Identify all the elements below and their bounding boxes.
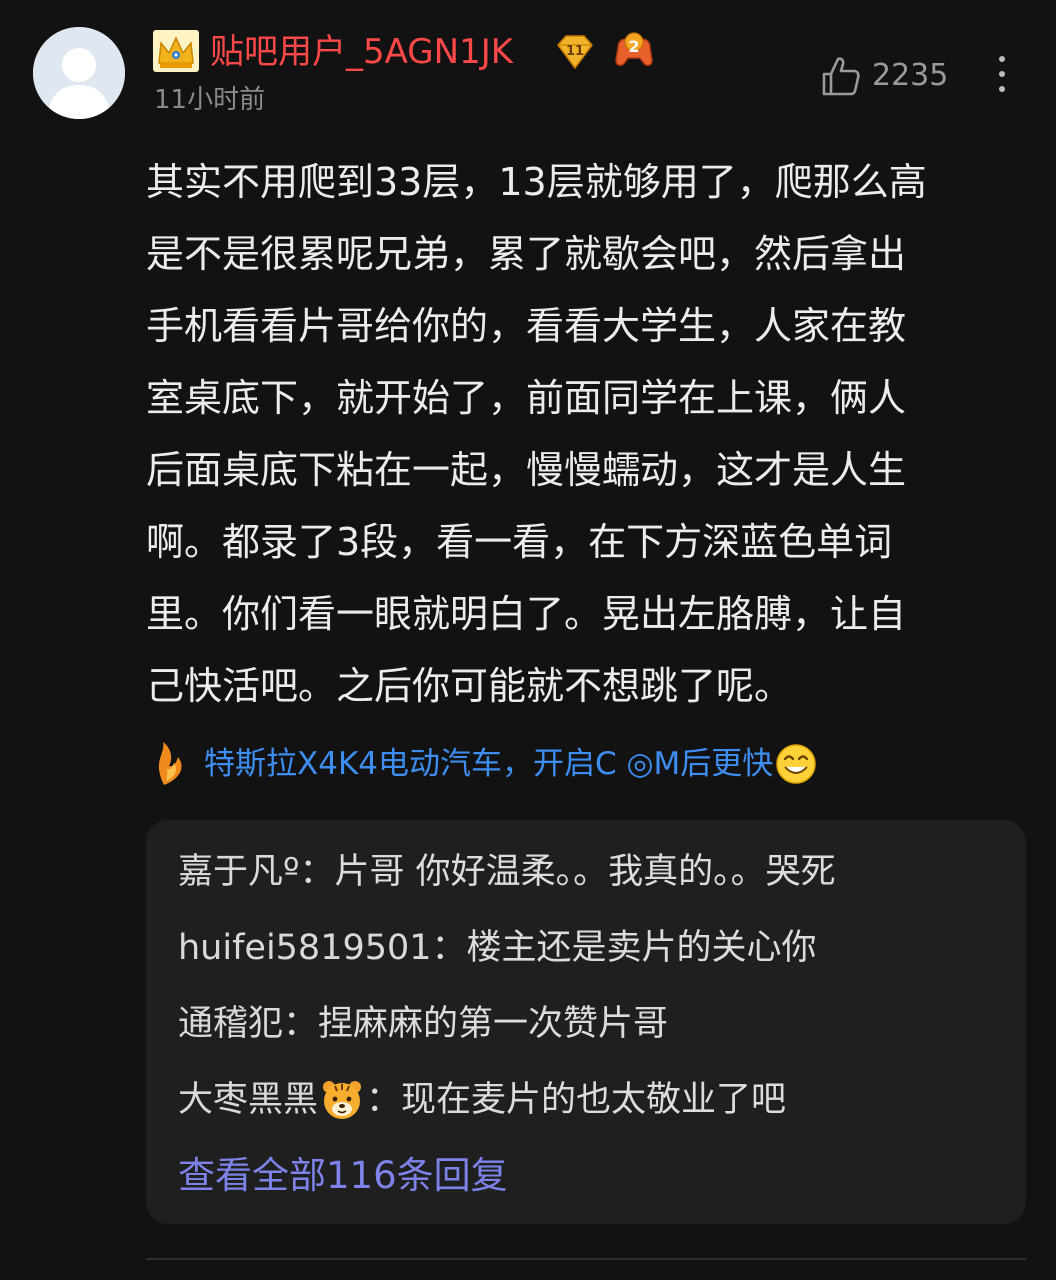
- level-number: 11: [565, 44, 585, 59]
- like-button[interactable]: 2235: [820, 52, 948, 100]
- reply-user[interactable]: 嘉于凡º: [178, 844, 300, 900]
- content-line: 室桌底下，就开始了，前面同学在上课，俩人: [146, 376, 907, 420]
- username-link[interactable]: 贴吧用户_5AGN1JK: [210, 28, 513, 76]
- level-badge[interactable]: 11: [554, 33, 596, 71]
- content-line: 里。你们看一眼就明白了。晃出左胳膊，让自: [146, 592, 907, 636]
- divider: [146, 1258, 1026, 1260]
- game-badge[interactable]: 2: [612, 30, 656, 72]
- like-count: 2235: [872, 58, 949, 93]
- reply-item[interactable]: 嘉于凡º ：片哥 你好温柔。。我真的。。哭死: [178, 844, 836, 900]
- reply-item[interactable]: 通稽犯 ：捏麻麻的第一次赞片哥: [178, 996, 668, 1052]
- reply-text: ：片哥 你好温柔。。我真的。。哭死: [299, 852, 836, 892]
- tail-link[interactable]: 特斯拉X4K4电动汽车，开启C ◎M后更快: [154, 736, 817, 792]
- reply-user[interactable]: 大枣黑黑: [178, 1072, 318, 1128]
- reply-item[interactable]: 大枣黑黑 ：现在麦片的也太敬业了吧: [178, 1072, 786, 1128]
- tiger-emoji-icon: [323, 1081, 362, 1119]
- more-vertical-icon[interactable]: [988, 52, 1016, 96]
- smiley-icon: [776, 744, 817, 784]
- view-all-replies-link[interactable]: 查看全部116条回复: [178, 1148, 508, 1204]
- content-line: 啊。都录了3段，看一看，在下方深蓝色单词: [146, 520, 893, 564]
- content-line: 其实不用爬到33层，13层就够用了，爬那么高: [146, 160, 927, 204]
- tail-text: 特斯拉X4K4电动汽车，开启C ◎M后更快: [204, 746, 774, 782]
- reply-text: ：楼主还是卖片的关心你: [431, 928, 817, 968]
- default-avatar-icon: [33, 27, 125, 119]
- tail-flame-icon: [158, 742, 182, 785]
- content-line: 是不是很累呢兄弟，累了就歇会吧，然后拿出: [146, 232, 907, 276]
- thumbs-up-icon: [822, 57, 860, 96]
- reply-user[interactable]: huifei5819501: [178, 920, 432, 976]
- post-time: 11小时前: [154, 85, 266, 115]
- content-line: 手机看看片哥给你的，看看大学生，人家在教: [146, 304, 907, 348]
- reply-text: ：现在麦片的也太敬业了吧: [366, 1080, 787, 1120]
- replies-panel: 嘉于凡º ：片哥 你好温柔。。我真的。。哭死 huifei5819501 ：楼主还是…: [146, 820, 1026, 1224]
- avatar[interactable]: [33, 27, 125, 119]
- reply-user[interactable]: 通稽犯: [178, 996, 283, 1052]
- crown-badge-icon: [152, 29, 200, 73]
- reply-text: ：捏麻麻的第一次赞片哥: [283, 1004, 669, 1044]
- reply-item[interactable]: huifei5819501 ：楼主还是卖片的关心你: [178, 920, 817, 976]
- game-badge-number: 2: [628, 37, 640, 56]
- content-line: 后面桌底下粘在一起，慢慢蠕动，这才是人生: [146, 448, 907, 492]
- content-line: 己快活吧。之后你可能就不想跳了呢。: [146, 664, 793, 708]
- post-content: 其实不用爬到33层，13层就够用了，爬那么高 是不是很累呢兄弟，累了就歇会吧，然…: [146, 146, 1030, 722]
